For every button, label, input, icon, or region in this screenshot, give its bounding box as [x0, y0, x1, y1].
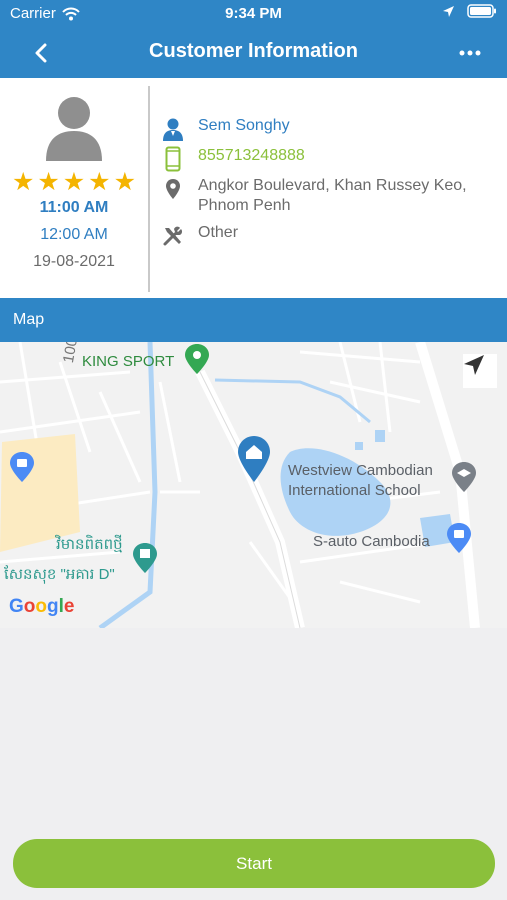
star-icon: ★	[12, 168, 35, 196]
map-label-king-sport: KING SPORT	[82, 353, 175, 370]
appointment-date: 19-08-2021	[33, 253, 115, 270]
map-label-s-auto: S-auto Cambodia	[313, 533, 430, 550]
star-icon: ★	[62, 168, 86, 196]
customer-address-row: Angkor Boulevard, Khan Russey Keo, Phnom…	[160, 176, 500, 216]
king-sport-pin	[185, 344, 209, 374]
more-button[interactable]	[455, 38, 485, 68]
status-time: 9:34 PM	[225, 5, 282, 22]
my-location-button[interactable]	[463, 354, 497, 388]
customer-details: Sem Songhy 855713248888 Angkor Boulevard…	[160, 78, 500, 298]
map-header-label: Map	[13, 311, 45, 328]
location-arrow-icon	[443, 5, 454, 17]
more-dots-icon	[459, 50, 481, 56]
school-pin	[452, 462, 476, 492]
avatar-icon	[46, 97, 102, 161]
customer-info-card: ★ ★ ★ ★ ★ 11:00 AM 12:00 AM 19-08-2021 S…	[0, 78, 507, 298]
customer-name[interactable]: Sem Songhy	[198, 116, 290, 136]
map-label-khmer-1: វិមានពិតពថ្មី	[56, 536, 123, 553]
battery-icon	[467, 4, 496, 18]
customer-summary: ★ ★ ★ ★ ★ 11:00 AM 12:00 AM 19-08-2021	[0, 78, 148, 298]
appointment-start-time: 11:00 AM	[39, 199, 109, 216]
map-label-westview-line1: Westview Cambodian	[288, 462, 433, 479]
map-view[interactable]: 100 KING SPORT Westview Cambodian Intern…	[0, 342, 507, 628]
home-pin	[238, 436, 270, 482]
customer-phone-row: 855713248888	[160, 146, 500, 172]
google-logo: Google	[9, 596, 75, 617]
star-icon: ★	[88, 168, 111, 196]
navigation-arrow-icon	[464, 355, 484, 375]
status-right	[442, 4, 497, 18]
customer-address: Angkor Boulevard, Khan Russey Keo, Phnom…	[198, 177, 467, 214]
nav-bar: Customer Information	[0, 28, 507, 78]
map-section-header: Map	[0, 298, 507, 342]
map-label-khmer-2: សែនសុខ "អគារ D"	[4, 566, 115, 583]
person-icon	[163, 118, 183, 141]
star-icon: ★	[37, 168, 60, 196]
tools-icon	[163, 226, 183, 246]
service-type: Other	[198, 224, 239, 241]
divider	[148, 86, 150, 292]
customer-name-row: Sem Songhy	[160, 116, 500, 142]
map-label-westview: Westview Cambodian International School	[288, 461, 433, 501]
phone-icon	[165, 146, 181, 172]
service-type-row: Other	[160, 223, 500, 249]
map-label-westview-line2: International School	[288, 482, 421, 499]
rating-stars: ★ ★ ★ ★ ★	[12, 170, 136, 195]
map-pin-icon	[166, 179, 180, 199]
start-button[interactable]: Start	[13, 839, 495, 888]
customer-phone[interactable]: 855713248888	[198, 146, 305, 166]
star-icon: ★	[113, 168, 136, 196]
page-title: Customer Information	[149, 40, 358, 62]
appointment-end-time: 12:00 AM	[40, 226, 108, 243]
status-bar: Carrier 9:34 PM	[0, 0, 507, 28]
